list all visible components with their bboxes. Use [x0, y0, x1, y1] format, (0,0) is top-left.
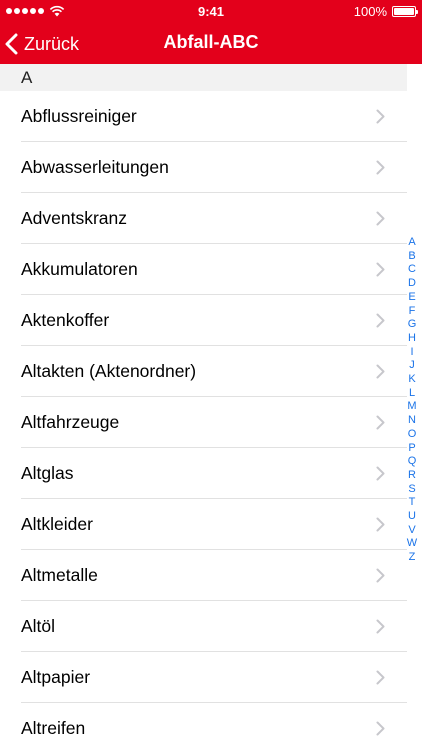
- index-letter[interactable]: R: [408, 469, 416, 483]
- index-letter[interactable]: K: [408, 373, 415, 387]
- index-letter[interactable]: T: [409, 496, 416, 510]
- list-item[interactable]: Altreifen: [0, 703, 407, 750]
- list-item[interactable]: Altkleider: [0, 499, 407, 550]
- navigation-bar: Zurück Abfall-ABC: [0, 24, 422, 64]
- status-right: 100%: [353, 4, 418, 19]
- index-letter[interactable]: S: [408, 483, 415, 497]
- list-item[interactable]: Abflussreiniger: [0, 91, 407, 142]
- index-letter[interactable]: B: [408, 250, 415, 264]
- index-letter[interactable]: L: [409, 387, 415, 401]
- chevron-right-icon: [376, 670, 385, 685]
- chevron-right-icon: [376, 415, 385, 430]
- index-letter[interactable]: Q: [408, 455, 417, 469]
- list-item-label: Altkleider: [21, 514, 93, 534]
- index-letter[interactable]: C: [408, 263, 416, 277]
- list-item-label: Altglas: [21, 463, 74, 483]
- index-letter[interactable]: A: [408, 236, 415, 250]
- list-item[interactable]: Altpapier: [0, 652, 407, 703]
- list-item[interactable]: Abwasserleitungen: [0, 142, 407, 193]
- item-list[interactable]: A Abflussreiniger Abwasserleitungen Advent…: [0, 64, 422, 750]
- list-item[interactable]: Adventskranz: [0, 193, 407, 244]
- list-item[interactable]: Altmetalle: [0, 550, 407, 601]
- status-bar: 9:41 100%: [0, 0, 422, 24]
- index-letter[interactable]: E: [408, 291, 415, 305]
- list-item-label: Abwasserleitungen: [21, 157, 169, 177]
- index-letter[interactable]: M: [407, 400, 416, 414]
- list-item-label: Altmetalle: [21, 565, 98, 585]
- index-letter[interactable]: Z: [409, 551, 416, 565]
- list-item[interactable]: Altöl: [0, 601, 407, 652]
- chevron-right-icon: [376, 160, 385, 175]
- list-item[interactable]: Altfahrzeuge: [0, 397, 407, 448]
- list-item[interactable]: Altakten (Aktenordner): [0, 346, 407, 397]
- list-item[interactable]: Aktenkoffer: [0, 295, 407, 346]
- chevron-right-icon: [376, 313, 385, 328]
- chevron-right-icon: [376, 211, 385, 226]
- chevron-right-icon: [376, 109, 385, 124]
- index-letter[interactable]: P: [408, 442, 415, 456]
- list-item-label: Akkumulatoren: [21, 259, 138, 279]
- list-item-label: Aktenkoffer: [21, 310, 110, 330]
- battery-percent: 100%: [353, 4, 387, 19]
- chevron-right-icon: [376, 262, 385, 277]
- index-letter[interactable]: H: [408, 332, 416, 346]
- index-letter[interactable]: F: [409, 305, 416, 319]
- index-letter[interactable]: O: [408, 428, 417, 442]
- chevron-right-icon: [376, 721, 385, 736]
- chevron-right-icon: [376, 568, 385, 583]
- list-item-label: Altakten (Aktenordner): [21, 361, 197, 381]
- list-item[interactable]: Altglas: [0, 448, 407, 499]
- list-item-label: Altpapier: [21, 667, 91, 687]
- index-letter[interactable]: G: [408, 318, 417, 332]
- alphabet-index[interactable]: ABCDEFGHIJKLMNOPQRSTUVWZ: [405, 236, 419, 565]
- chevron-right-icon: [376, 364, 385, 379]
- list-item-label: Abflussreiniger: [21, 106, 137, 126]
- list-item-label: Altreifen: [21, 718, 86, 738]
- index-letter[interactable]: I: [410, 346, 413, 360]
- page-title: Abfall-ABC: [163, 32, 259, 52]
- chevron-right-icon: [376, 466, 385, 481]
- list-item-label: Altöl: [21, 616, 56, 636]
- chevron-right-icon: [376, 619, 385, 634]
- list-item[interactable]: Akkumulatoren: [0, 244, 407, 295]
- battery-icon: [392, 6, 418, 17]
- chevron-right-icon: [376, 517, 385, 532]
- list-item-label: Altfahrzeuge: [21, 412, 120, 432]
- list-item-label: Adventskranz: [21, 208, 128, 228]
- section-header: A: [0, 64, 407, 91]
- index-letter[interactable]: N: [408, 414, 416, 428]
- index-letter[interactable]: U: [408, 510, 416, 524]
- index-letter[interactable]: J: [409, 359, 415, 373]
- index-letter[interactable]: V: [408, 524, 415, 538]
- index-letter[interactable]: W: [407, 537, 417, 551]
- index-letter[interactable]: D: [408, 277, 416, 291]
